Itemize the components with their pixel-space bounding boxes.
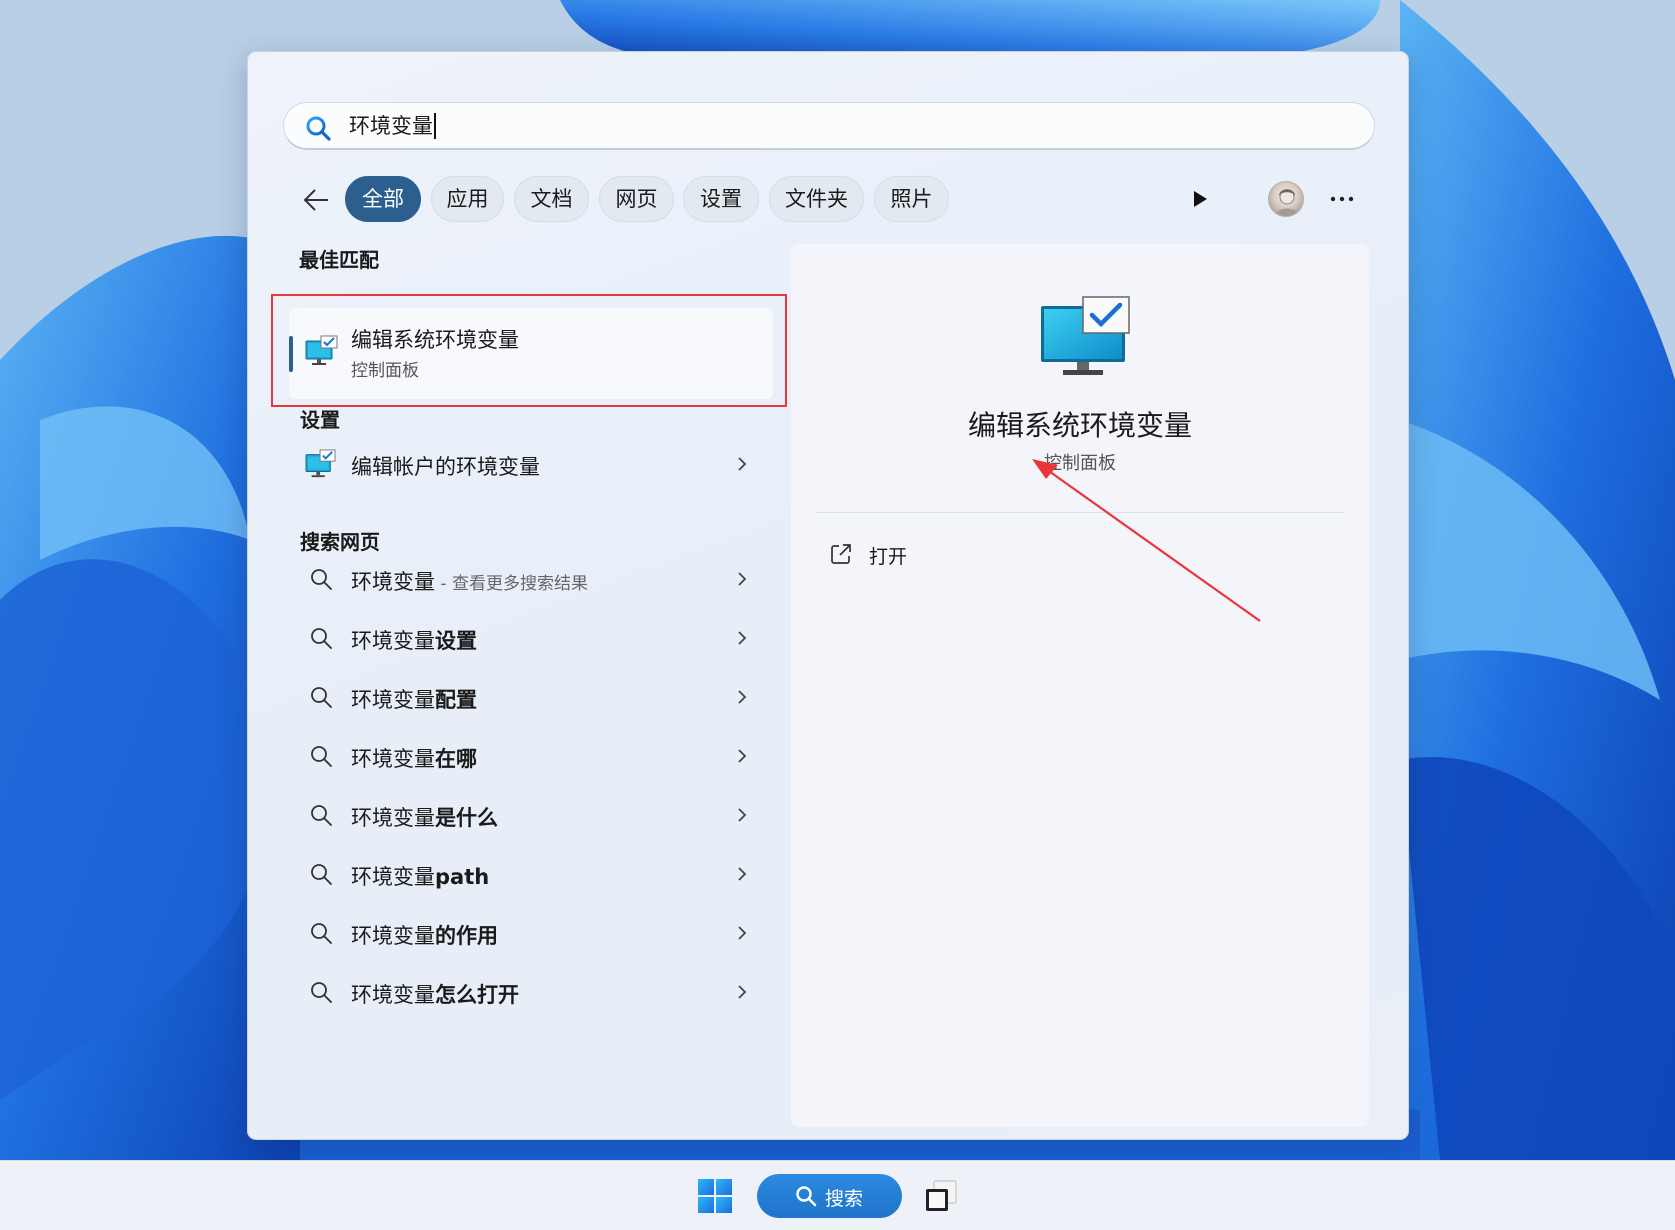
settings-result-label: 编辑帐户的环境变量 [351,455,540,479]
search-icon [311,569,332,590]
web-result-row[interactable]: 环境变量 - 查看更多搜索结果 [289,552,773,606]
web-result-label: 环境变量 - 查看更多搜索结果 [351,566,588,596]
preview-title: 编辑系统环境变量 [967,409,1192,442]
search-icon [311,864,332,885]
system-properties-icon [305,449,336,478]
chevron-right-icon [738,690,747,704]
chevron-right-icon [738,808,747,822]
web-result-row[interactable]: 环境变量配置 [289,670,773,724]
web-result-suggestion: 的作用 [435,924,498,948]
taskbar-search-label: 搜索 [825,1188,864,1210]
chevron-right-icon [738,572,747,586]
search-icon [796,1186,817,1207]
web-result-query: 环境变量 [351,688,435,712]
filter-chip-folders[interactable]: 文件夹 [769,176,864,222]
web-result-label: 环境变量设置 [351,625,477,655]
web-result-row[interactable]: 环境变量怎么打开 [289,965,773,1019]
web-result-row[interactable]: 环境变量的作用 [289,906,773,960]
web-result-query: 环境变量 [351,983,435,1007]
web-result-suggestion: 设置 [435,629,477,653]
system-properties-icon [1041,296,1130,375]
web-result-query: 环境变量 [351,629,435,653]
search-icon [311,687,332,708]
search-box[interactable]: 环境变量 [283,102,1375,150]
user-avatar[interactable] [1268,181,1304,217]
open-action[interactable]: 打开 [829,534,1049,574]
web-result-row[interactable]: 环境变量设置 [289,611,773,665]
section-title-best-match: 最佳匹配 [299,248,379,272]
filter-chip-settings[interactable]: 设置 [683,176,759,222]
more-options-icon[interactable] [1324,184,1360,214]
search-icon [306,116,331,141]
chevron-right-icon [738,926,747,940]
preview-subtitle: 控制面板 [1044,453,1116,474]
web-result-suggestion: 在哪 [435,747,477,771]
settings-result-row[interactable]: 编辑帐户的环境变量 [289,437,773,491]
taskbar-search-button[interactable]: 搜索 [757,1174,902,1218]
web-result-query: 环境变量 [351,570,435,594]
web-result-row[interactable]: 环境变量是什么 [289,788,773,842]
web-result-row[interactable]: 环境变量path [289,847,773,901]
chevron-right-icon [738,457,747,471]
search-icon [311,923,332,944]
chevron-right-icon [738,985,747,999]
selection-indicator [289,336,293,372]
web-result-query: 环境变量 [351,865,435,889]
windows-start-icon[interactable] [697,1178,733,1214]
open-external-icon [831,544,851,564]
search-query-text[interactable]: 环境变量 [349,113,436,139]
section-title-settings: 设置 [300,408,340,432]
best-match-title: 编辑系统环境变量 [351,328,519,352]
taskbar: 搜索 [0,1160,1675,1230]
best-match-result[interactable]: 编辑系统环境变量 控制面板 [289,308,773,399]
filter-chip-web[interactable]: 网页 [599,176,674,222]
filter-chip-all[interactable]: 全部 [345,176,421,222]
web-result-suggestion: 配置 [435,688,477,712]
best-match-subtitle: 控制面板 [351,361,419,381]
web-result-query: 环境变量 [351,747,435,771]
web-result-row[interactable]: 环境变量在哪 [289,729,773,783]
filter-chip-apps[interactable]: 应用 [431,176,504,222]
search-query: 环境变量 [349,114,433,138]
web-result-hint: - 查看更多搜索结果 [435,574,588,594]
web-result-suggestion: path [435,865,490,889]
filter-chip-photos[interactable]: 照片 [874,176,949,222]
back-arrow-icon[interactable] [298,182,334,218]
filter-bar: 全部 应用 文档 网页 设置 文件夹 照片 [298,176,1378,222]
system-properties-icon [305,335,338,365]
task-view-icon[interactable] [922,1177,960,1215]
web-result-label: 环境变量怎么打开 [351,979,519,1009]
web-result-suggestion: 是什么 [435,806,498,830]
web-result-label: 环境变量path [351,861,489,891]
text-caret [434,113,436,139]
web-result-query: 环境变量 [351,806,435,830]
filter-chip-documents[interactable]: 文档 [514,176,589,222]
search-icon [311,746,332,767]
web-result-label: 环境变量配置 [351,684,477,714]
section-title-web: 搜索网页 [300,530,380,554]
chevron-right-icon [738,631,747,645]
chevron-right-icon [738,749,747,763]
search-icon [311,628,332,649]
search-panel: 环境变量 全部 应用 文档 网页 设置 文件夹 照片 最佳匹配 编辑系统环境变量… [247,51,1409,1140]
web-result-label: 环境变量是什么 [351,802,498,832]
web-result-query: 环境变量 [351,924,435,948]
search-icon [311,982,332,1003]
open-action-label: 打开 [869,546,908,568]
preview-divider [815,512,1345,513]
web-result-label: 环境变量的作用 [351,920,498,950]
search-icon [311,805,332,826]
play-icon[interactable] [1191,190,1209,208]
web-result-suggestion: 怎么打开 [435,983,519,1007]
preview-pane: 编辑系统环境变量 控制面板 打开 [791,244,1369,1127]
chevron-right-icon [738,867,747,881]
avatar-portrait-icon [1275,189,1299,216]
web-result-label: 环境变量在哪 [351,743,477,773]
